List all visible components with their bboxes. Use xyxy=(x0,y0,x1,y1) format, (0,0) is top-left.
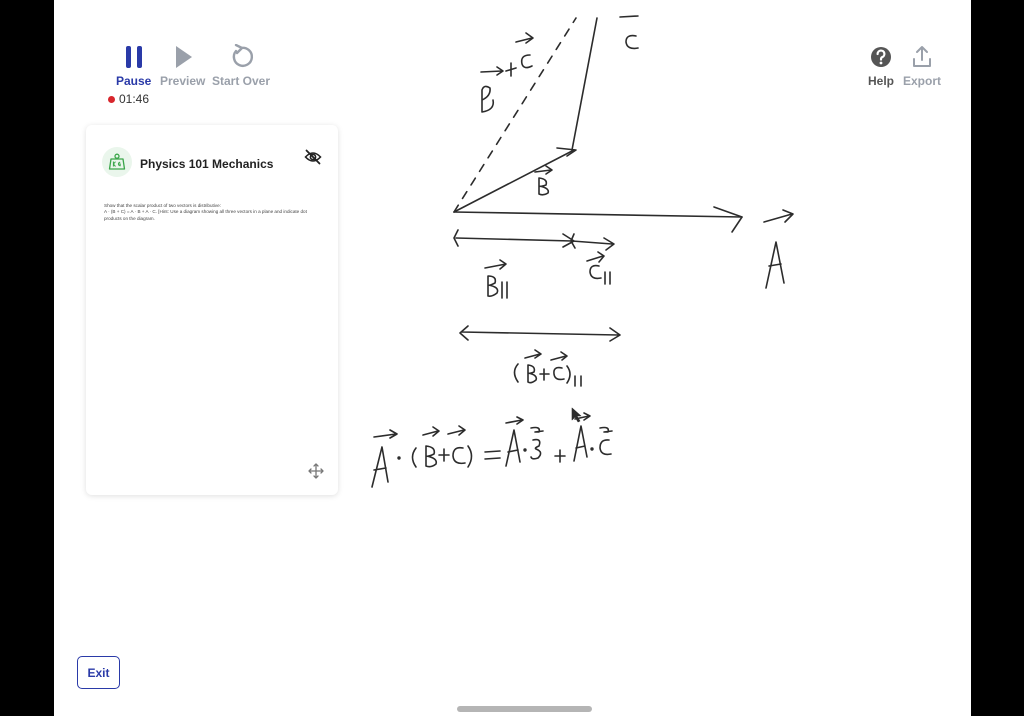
label-a-arrow xyxy=(763,209,794,223)
eq-a3 xyxy=(573,425,588,462)
pointer-cursor-icon xyxy=(571,407,582,423)
label-a xyxy=(765,241,785,289)
eq-open-paren xyxy=(411,447,417,468)
label-b-dashed-arrow xyxy=(480,66,504,76)
label-bc-b-arrow xyxy=(524,349,542,359)
label-c-arrow xyxy=(619,15,639,18)
label-plus-dashed xyxy=(505,62,517,77)
eq-equals xyxy=(484,450,501,460)
eq-close-paren xyxy=(467,445,473,468)
label-bc-c-arrow xyxy=(550,351,568,361)
label-c-dashed xyxy=(520,54,533,69)
eq-b2-arrow xyxy=(530,426,544,433)
label-b-arrow xyxy=(534,165,553,175)
label-c-parallel-arrow xyxy=(586,251,605,263)
label-bc-parallel-marks xyxy=(574,375,582,387)
label-b-dashed xyxy=(481,85,495,113)
resultant-vector-dashed xyxy=(453,17,577,213)
label-b-parallel-arrow xyxy=(484,259,507,270)
eq-a1-arrow xyxy=(373,429,398,439)
label-bc-c xyxy=(553,366,565,381)
handwritten-diagram xyxy=(371,15,794,488)
vector-b-arrowhead xyxy=(556,147,577,157)
label-c-parallel xyxy=(589,264,611,285)
vector-c-line xyxy=(571,17,598,151)
eq-plus1 xyxy=(438,448,450,462)
eq-b1-arrow xyxy=(422,426,440,437)
b-parallel-segment xyxy=(453,229,575,248)
eq-a1 xyxy=(371,446,389,488)
label-bc-plus xyxy=(539,368,550,381)
eq-plus2 xyxy=(554,449,566,463)
vector-a-arrowhead xyxy=(713,206,743,233)
label-c-dashed-arrow xyxy=(515,32,534,44)
label-c xyxy=(625,34,639,50)
bc-parallel-segment xyxy=(459,325,621,342)
eq-c1 xyxy=(452,446,466,465)
label-bc-b xyxy=(527,364,538,384)
eq-dot3 xyxy=(590,447,594,451)
eq-a2 xyxy=(505,429,521,467)
label-b-parallel xyxy=(487,275,508,299)
home-indicator[interactable] xyxy=(457,706,592,712)
vector-a-line xyxy=(453,211,743,218)
label-b xyxy=(538,177,550,196)
eq-b2 xyxy=(530,438,542,460)
label-bc-open-paren xyxy=(513,363,519,383)
eq-c2-arrow xyxy=(599,426,613,433)
eq-c1-arrow xyxy=(447,425,466,436)
exit-button[interactable]: Exit xyxy=(77,656,120,689)
label-bc-close-paren xyxy=(566,365,571,384)
eq-c2 xyxy=(599,439,612,456)
c-parallel-segment xyxy=(570,233,615,251)
eq-dot1 xyxy=(397,456,401,460)
eq-a2-arrow xyxy=(505,416,524,425)
eq-dot2 xyxy=(523,448,527,452)
eq-b1 xyxy=(425,445,438,468)
whiteboard-canvas[interactable]: Pause Preview Start Over 01:46 Help Expo… xyxy=(54,0,971,716)
vector-b-line xyxy=(453,149,575,213)
